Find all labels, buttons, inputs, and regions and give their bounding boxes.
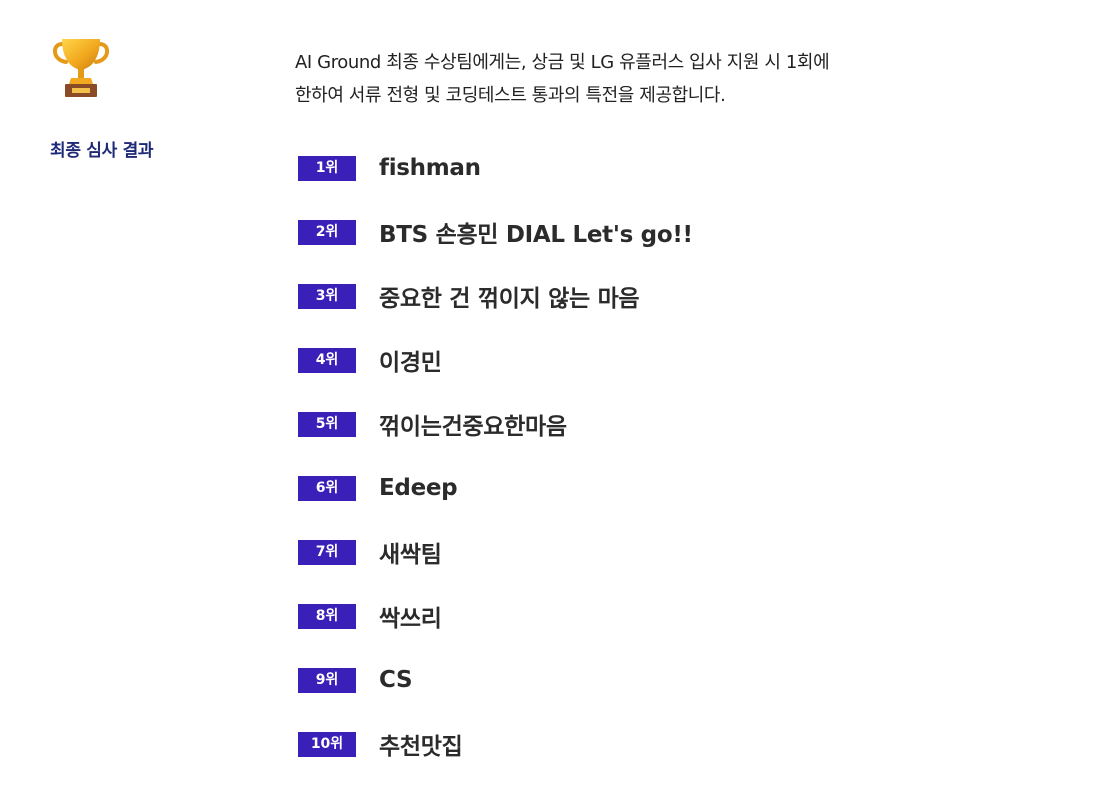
team-name: 꺾이는건중요한마음 bbox=[379, 414, 567, 440]
intro-text: AI Ground 최종 수상팀에게는, 상금 및 LG 유플러스 입사 지원 … bbox=[295, 52, 830, 106]
rank-row: 9위 CS bbox=[298, 648, 1075, 712]
team-name: CS bbox=[379, 667, 413, 693]
rank-badge: 3위 bbox=[298, 283, 356, 309]
rank-badge: 4위 bbox=[298, 347, 356, 373]
team-name: 추천맛집 bbox=[379, 734, 463, 760]
rank-row: 5위 꺾이는건중요한마음 bbox=[298, 392, 1075, 456]
rank-row: 3위 중요한 건 꺾이지 않는 마음 bbox=[298, 264, 1075, 328]
team-name: 새싹팀 bbox=[379, 542, 442, 568]
rank-badge: 9위 bbox=[298, 667, 356, 693]
team-name: BTS 손흥민 DIAL Let's go!! bbox=[379, 222, 693, 248]
rank-badge: 2위 bbox=[298, 219, 356, 245]
rank-row: 8위 싹쓰리 bbox=[298, 584, 1075, 648]
rank-row: 4위 이경민 bbox=[298, 328, 1075, 392]
rank-row: 10위 추천맛집 bbox=[298, 712, 1075, 776]
rank-badge: 7위 bbox=[298, 539, 356, 565]
rank-list: 1위 fishman 2위 BTS 손흥민 DIAL Let's go!! 3위 중요한 … bbox=[298, 136, 1075, 776]
rank-badge: 1위 bbox=[298, 155, 356, 181]
team-name: fishman bbox=[379, 155, 481, 181]
team-name: Edeep bbox=[379, 475, 458, 501]
rank-row: 2위 BTS 손흥민 DIAL Let's go!! bbox=[298, 200, 1075, 264]
rank-row: 1위 fishman bbox=[298, 136, 1075, 200]
rank-row: 7위 새싹팀 bbox=[298, 520, 1075, 584]
rank-badge: 10위 bbox=[298, 731, 356, 757]
rank-badge: 6위 bbox=[298, 475, 356, 501]
team-name: 중요한 건 꺾이지 않는 마음 bbox=[379, 286, 640, 312]
rank-badge: 5위 bbox=[298, 411, 356, 437]
team-name: 싹쓰리 bbox=[379, 606, 442, 632]
section-label: 최종 심사 결과 bbox=[50, 141, 154, 161]
trophy-icon bbox=[53, 39, 109, 97]
sidebar: 최종 심사 결과 bbox=[50, 34, 250, 161]
team-name: 이경민 bbox=[379, 350, 442, 376]
rank-badge: 8위 bbox=[298, 603, 356, 629]
rank-row: 6위 Edeep bbox=[298, 456, 1075, 520]
results-main: AI Ground 최종 수상팀에게는, 상금 및 LG 유플러스 입사 지원 … bbox=[295, 46, 1075, 776]
